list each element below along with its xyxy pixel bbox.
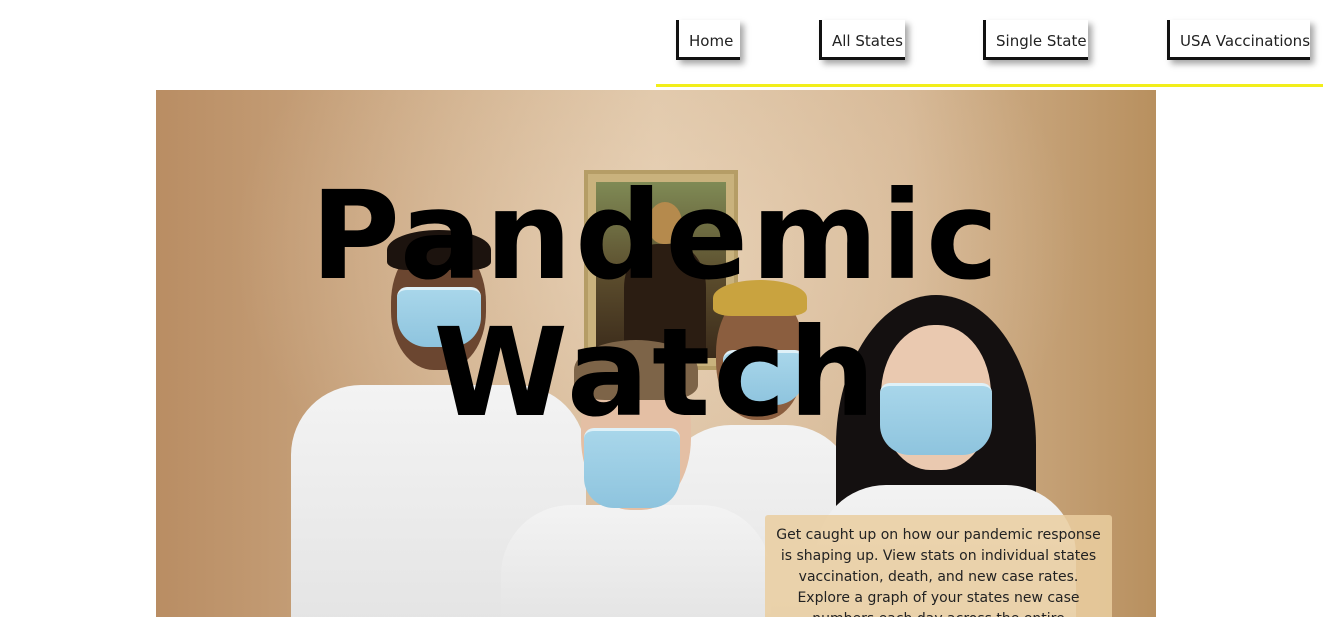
hero-title-line2: Watch — [433, 302, 879, 444]
hero-title: Pandemic Watch — [156, 168, 1156, 442]
hero-banner: Pandemic Watch Get caught up on how our … — [156, 90, 1156, 617]
nav-all-states-button[interactable]: All States — [819, 20, 905, 60]
hero-description: Get caught up on how our pandemic respon… — [765, 515, 1112, 617]
nav-usa-vaccinations-button[interactable]: USA Vaccinations — [1167, 20, 1310, 60]
hero-title-line1: Pandemic — [310, 165, 1002, 307]
top-nav: Home All States Single State USA Vaccina… — [656, 0, 1323, 87]
page: Home All States Single State USA Vaccina… — [0, 0, 1323, 625]
nav-home-button[interactable]: Home — [676, 20, 740, 60]
nav-single-state-button[interactable]: Single State — [983, 20, 1088, 60]
